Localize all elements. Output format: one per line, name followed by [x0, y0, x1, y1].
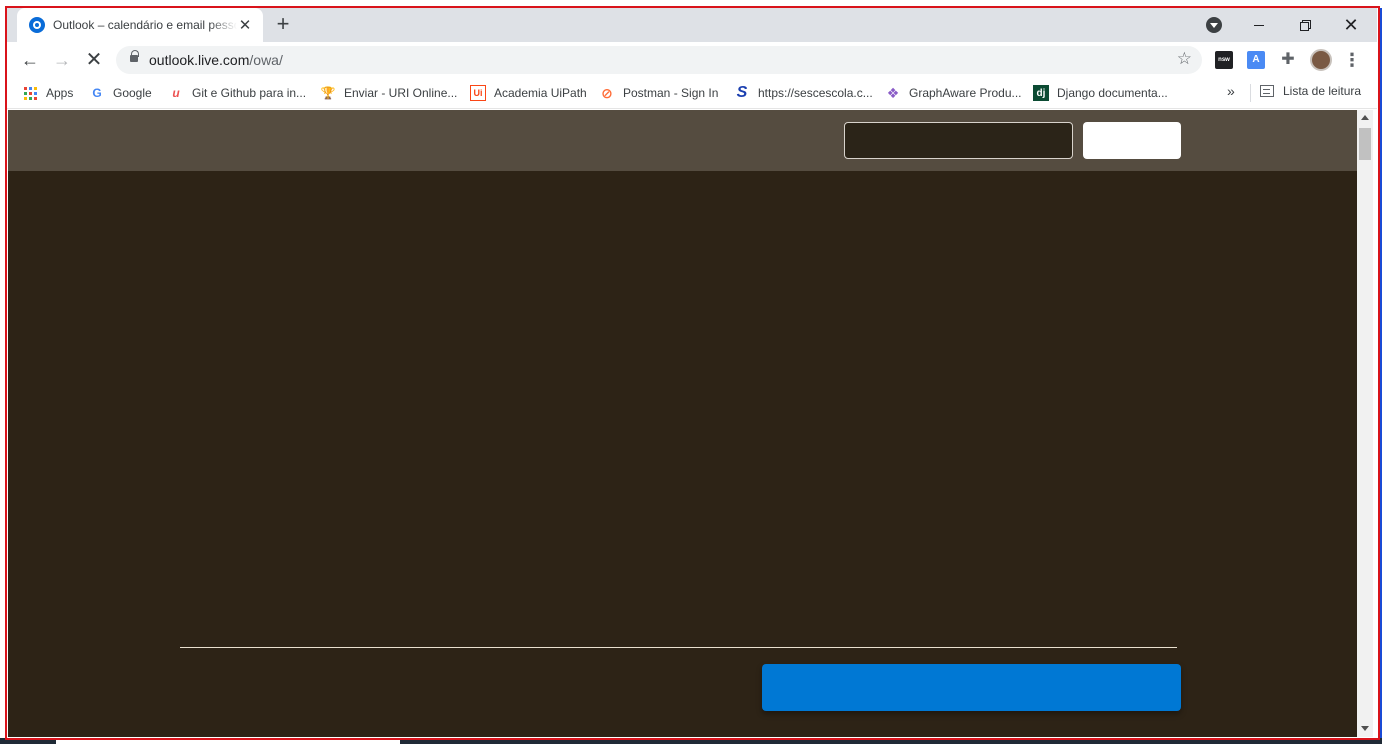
uipath-icon: Ui — [470, 85, 486, 101]
google-icon: G — [92, 86, 102, 100]
bookmark-label: Academia UiPath — [494, 86, 587, 100]
header-button[interactable] — [1083, 122, 1181, 159]
nsw-extension-icon[interactable]: nsw — [1215, 51, 1233, 69]
bookmark-star-icon[interactable]: ☆ — [1177, 49, 1192, 69]
reading-list-button[interactable]: Lista de leitura — [1260, 84, 1361, 98]
page-viewport — [8, 110, 1357, 737]
window-edge — [1378, 8, 1382, 738]
graphaware-icon: ❖ — [886, 84, 900, 101]
reading-list-label: Lista de leitura — [1283, 84, 1362, 98]
bookmark-google[interactable]: G Google — [89, 84, 152, 102]
reading-list-icon — [1260, 85, 1274, 97]
tab-close-icon[interactable]: ✕ — [237, 16, 253, 34]
stop-loading-button[interactable]: ✕ — [82, 48, 106, 72]
bookmark-label: GraphAware Produ... — [909, 86, 1022, 100]
taskbar-segment — [56, 738, 400, 744]
bookmark-label: https://sescescola.c... — [758, 86, 873, 100]
tab-strip: Outlook – calendário e email pessoal ✕ +… — [7, 8, 1377, 42]
bookmark-sescescola[interactable]: S https://sescescola.c... — [734, 84, 873, 102]
tab-outlook[interactable]: Outlook – calendário e email pessoal ✕ — [17, 8, 263, 42]
sesc-icon: S — [736, 84, 748, 101]
taskbar-strip — [0, 738, 1382, 744]
extensions-puzzle-icon[interactable]: ✚ — [1279, 51, 1297, 69]
bookmark-git-github[interactable]: u Git e Github para in... — [168, 84, 306, 102]
bookmarks-overflow-button[interactable]: » — [1227, 83, 1235, 99]
profile-avatar[interactable] — [1310, 49, 1332, 71]
scroll-up-arrow-icon[interactable] — [1361, 115, 1369, 120]
browser-toolbar: ← → ✕ outlook.live.com/owa/ ☆ nsw A ✚ ⋮ — [7, 42, 1377, 78]
tab-title: Outlook – calendário e email pessoal — [53, 18, 237, 32]
browser-menu-icon[interactable]: ⋮ — [1343, 51, 1361, 69]
scrollbar-thumb[interactable] — [1359, 128, 1371, 160]
forward-button[interactable]: → — [50, 48, 74, 72]
page-scrollbar[interactable] — [1357, 110, 1373, 737]
bookmark-label: Postman - Sign In — [623, 86, 719, 100]
outlook-favicon-icon — [29, 17, 45, 33]
django-icon: dj — [1033, 85, 1049, 101]
close-window-button[interactable]: ✕ — [1331, 12, 1371, 38]
bookmark-uipath[interactable]: Ui Academia UiPath — [470, 84, 587, 102]
lock-icon[interactable] — [130, 50, 139, 62]
bookmark-label: Google — [113, 86, 152, 100]
scroll-down-arrow-icon[interactable] — [1361, 726, 1369, 731]
url-host: outlook.live.com — [149, 52, 250, 68]
tab-search-icon[interactable] — [1206, 17, 1222, 33]
primary-action-button[interactable] — [762, 664, 1181, 711]
bookmarks-bar: Apps G Google u Git e Github para in... … — [7, 78, 1377, 109]
bookmarks-divider — [1250, 84, 1251, 102]
new-tab-button[interactable]: + — [269, 13, 297, 37]
bookmark-uri-online[interactable]: 🏆 Enviar - URI Online... — [320, 84, 458, 102]
bookmark-label: Git e Github para in... — [192, 86, 307, 100]
udemy-icon: u — [172, 86, 180, 100]
bookmark-label: Enviar - URI Online... — [344, 86, 458, 100]
bookmark-postman[interactable]: ⊘ Postman - Sign In — [599, 84, 718, 102]
bookmark-apps[interactable]: Apps — [22, 84, 73, 102]
minimize-button[interactable] — [1239, 12, 1279, 38]
header-input-field[interactable] — [844, 122, 1073, 159]
bookmark-django[interactable]: dj Django documenta... — [1033, 84, 1168, 102]
url-path: /owa/ — [249, 52, 283, 68]
back-button[interactable]: ← — [18, 48, 42, 72]
address-url[interactable]: outlook.live.com/owa/ — [149, 52, 283, 68]
trophy-icon: 🏆 — [320, 86, 336, 100]
bookmark-graphaware[interactable]: ❖ GraphAware Produ... — [885, 84, 1022, 102]
bookmark-label: Django documenta... — [1057, 86, 1168, 100]
restore-button[interactable] — [1285, 12, 1325, 38]
content-divider — [180, 647, 1177, 648]
apps-grid-icon — [22, 85, 38, 101]
page-header — [8, 110, 1357, 171]
address-bar[interactable]: outlook.live.com/owa/ ☆ — [116, 46, 1202, 74]
translate-extension-icon[interactable]: A — [1247, 51, 1265, 69]
bookmark-label: Apps — [46, 86, 74, 100]
postman-icon: ⊘ — [601, 84, 613, 101]
